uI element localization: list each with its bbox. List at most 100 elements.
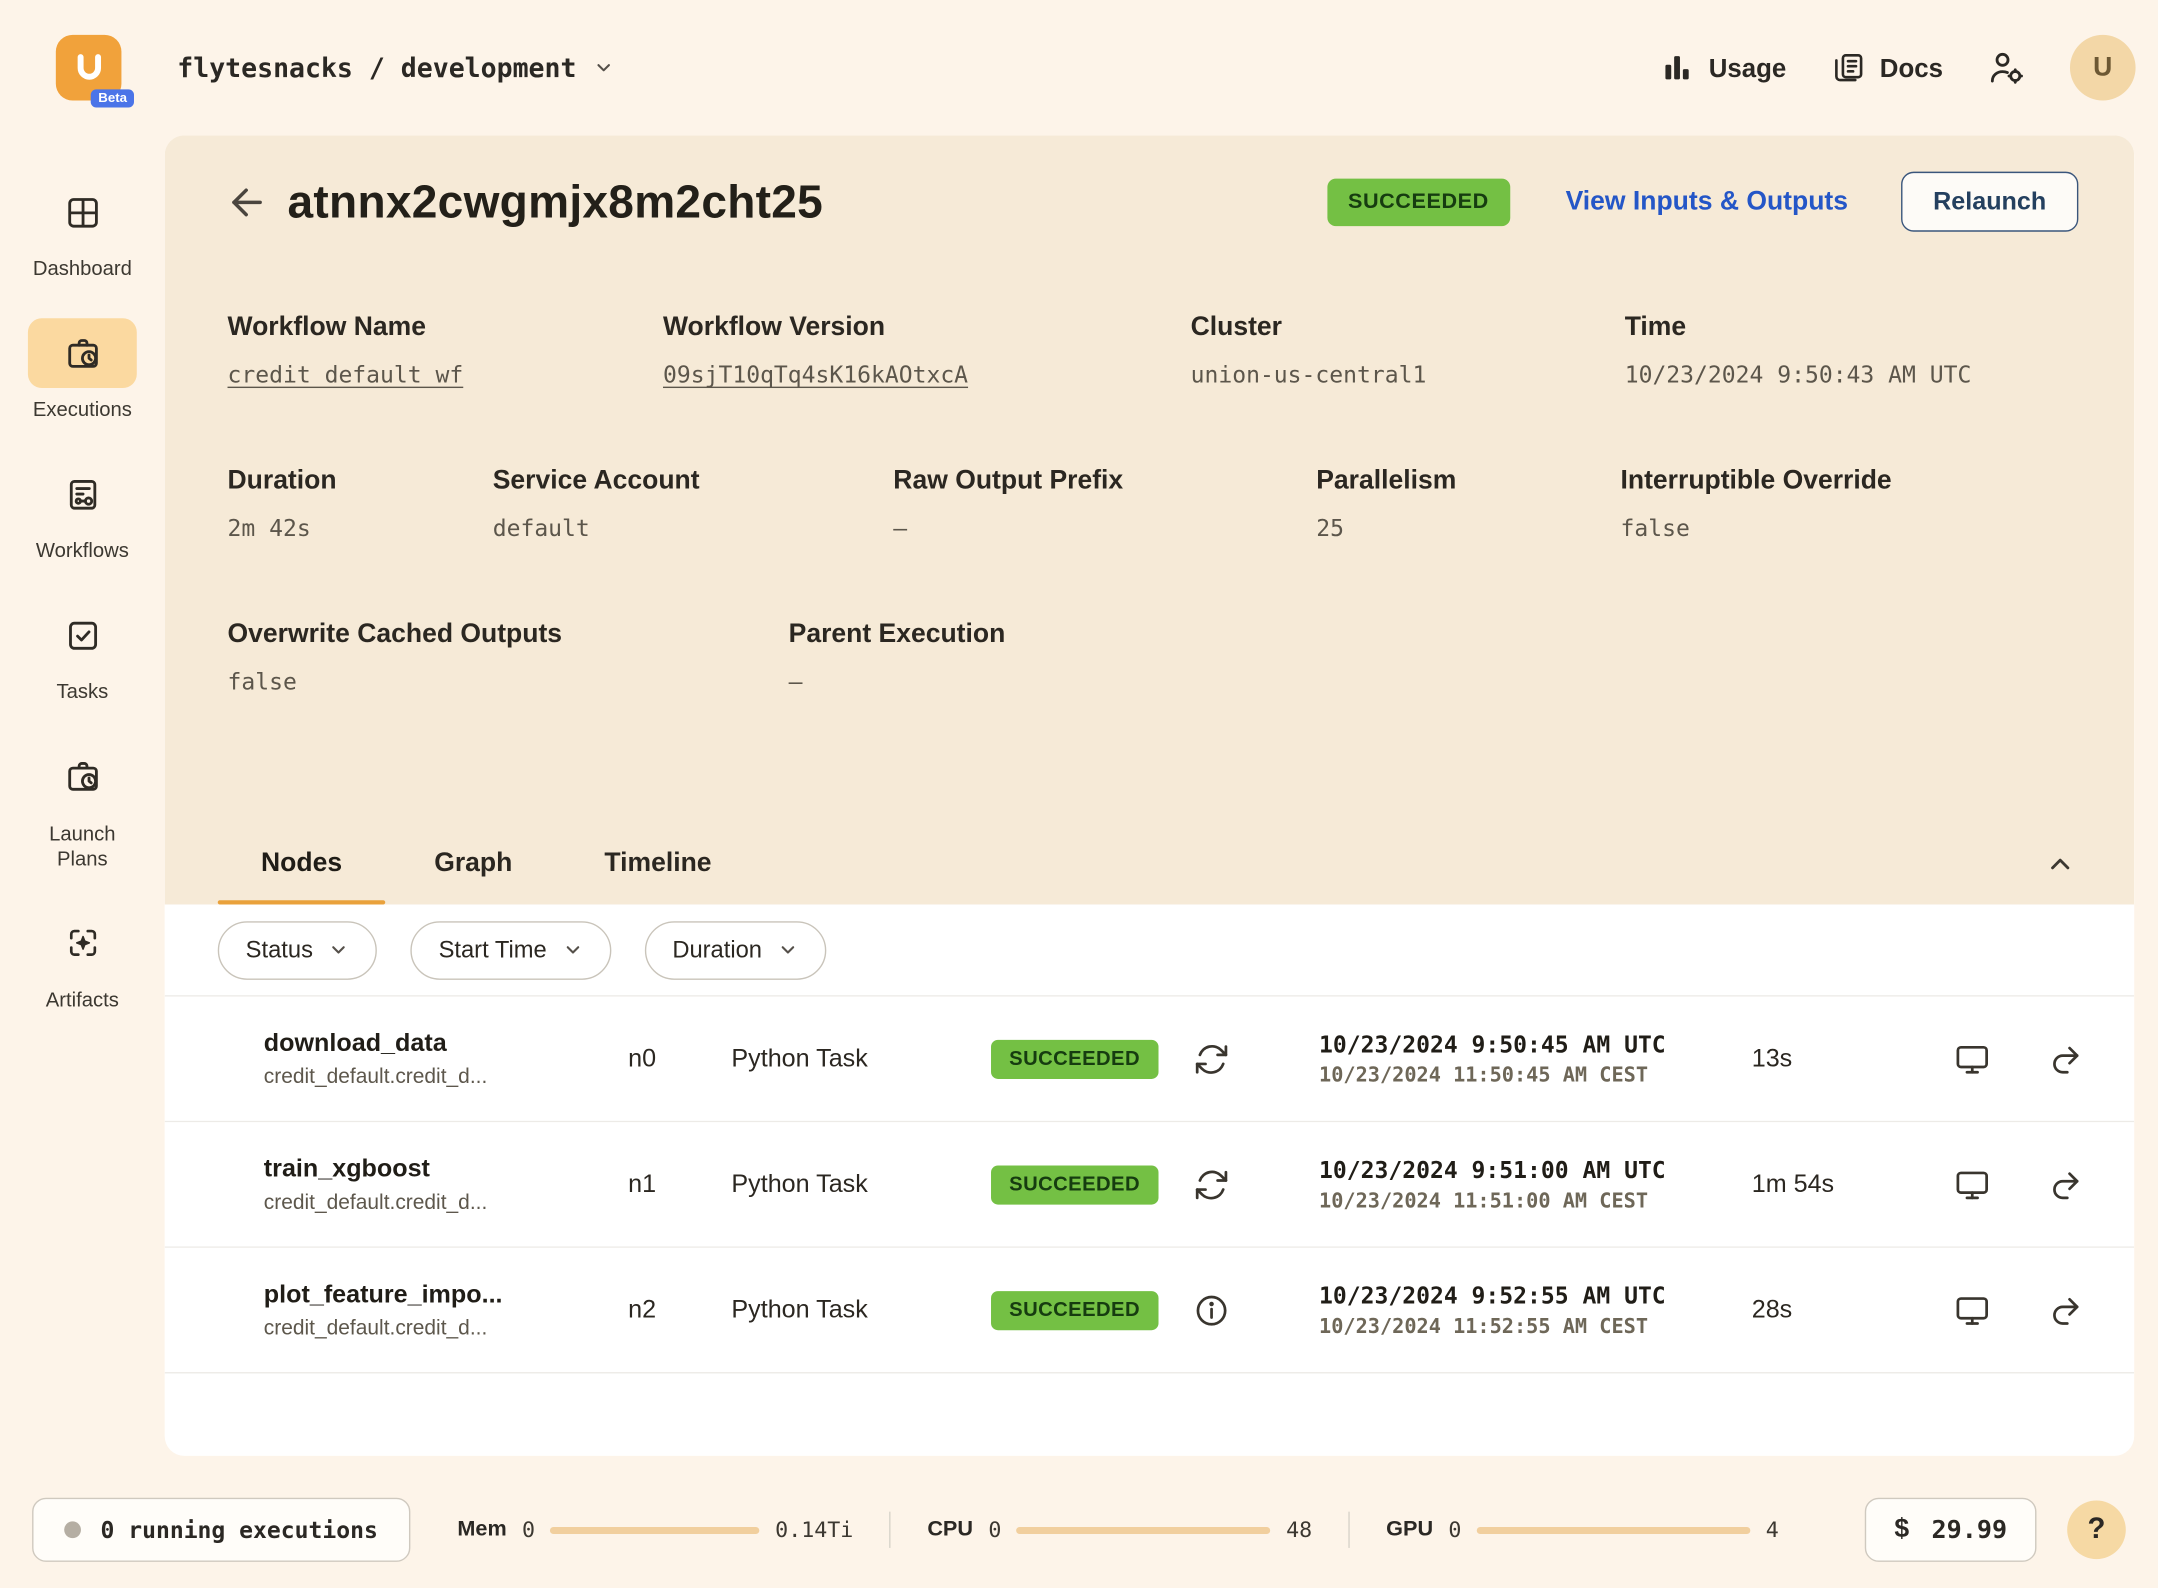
detail-label: Workflow Name xyxy=(228,313,663,344)
redo-icon[interactable] xyxy=(2048,1166,2084,1202)
detail-label: Service Account xyxy=(493,466,894,497)
node-path: credit_default.credit_d... xyxy=(264,1065,628,1089)
details-row: Duration 2m 42s Service Account default … xyxy=(228,466,2079,541)
executions-icon xyxy=(28,318,137,388)
detail-workflow-version: Workflow Version 09sjT10qTq4sK16kAOtxcA xyxy=(663,313,1191,388)
node-time-utc: 10/23/2024 9:50:45 AM UTC xyxy=(1319,1031,1752,1058)
help-button[interactable]: ? xyxy=(2067,1500,2126,1559)
workflow-name-link[interactable]: credit_default_wf xyxy=(228,362,663,389)
dashboard-icon xyxy=(28,177,137,247)
sidebar-item-workflows[interactable]: Workflows xyxy=(28,460,137,565)
filter-label: Duration xyxy=(672,936,762,964)
chevron-up-icon[interactable] xyxy=(2045,849,2076,880)
mem-min: 0 xyxy=(522,1517,535,1542)
node-name[interactable]: plot_feature_impo... xyxy=(264,1280,628,1309)
detail-workflow-name: Workflow Name credit_default_wf xyxy=(228,313,663,388)
details-row: Workflow Name credit_default_wf Workflow… xyxy=(228,313,2079,388)
detail-raw-output-prefix: Raw Output Prefix – xyxy=(893,466,1316,541)
statusbar: 0 running executions Mem 0 0.14Ti CPU 0 … xyxy=(32,1496,2126,1563)
project-breadcrumb[interactable]: flytesnacks / development xyxy=(177,52,614,83)
detail-value: default xyxy=(493,515,894,542)
node-name[interactable]: train_xgboost xyxy=(264,1154,628,1183)
node-path: credit_default.credit_d... xyxy=(264,1191,628,1215)
sidebar-item-launch-plans[interactable]: Launch Plans xyxy=(25,742,139,872)
details-row: Overwrite Cached Outputs false Parent Ex… xyxy=(228,620,2079,695)
detail-interruptible-override: Interruptible Override false xyxy=(1621,466,1892,541)
tab-timeline[interactable]: Timeline xyxy=(561,824,755,905)
redo-icon[interactable] xyxy=(2048,1041,2084,1077)
info-icon xyxy=(1193,1292,1229,1328)
usage-button[interactable]: Usage xyxy=(1660,50,1786,85)
cost-value: 29.99 xyxy=(1932,1515,2008,1544)
table-row[interactable]: plot_feature_impo... credit_default.cred… xyxy=(165,1248,2134,1374)
divider xyxy=(890,1512,891,1548)
tab-nodes[interactable]: Nodes xyxy=(218,824,386,905)
monitor-icon[interactable] xyxy=(1954,1041,1990,1077)
user-gear-icon xyxy=(1988,49,2026,87)
cache-refresh-icon xyxy=(1193,1166,1229,1202)
mem-max: 0.14Ti xyxy=(775,1517,853,1542)
sidebar-item-dashboard[interactable]: Dashboard xyxy=(28,177,137,282)
node-filters: Status Start Time Duration xyxy=(165,904,2134,996)
execution-detail-card: atnnx2cwgmjx8m2cht25 SUCCEEDED View Inpu… xyxy=(165,135,2134,1455)
node-time-local: 10/23/2024 11:51:00 AM CEST xyxy=(1319,1190,1752,1212)
node-id: n2 xyxy=(628,1295,731,1324)
redo-icon[interactable] xyxy=(2048,1292,2084,1328)
node-name-cell[interactable]: train_xgboost credit_default.credit_d... xyxy=(264,1154,628,1214)
detail-value: 25 xyxy=(1316,515,1620,542)
status-badge: SUCCEEDED xyxy=(991,1165,1158,1204)
detail-value: – xyxy=(893,515,1316,542)
sidebar-item-executions[interactable]: Executions xyxy=(28,318,137,423)
filter-duration[interactable]: Duration xyxy=(644,921,826,980)
filter-status[interactable]: Status xyxy=(218,921,377,980)
table-row[interactable]: train_xgboost credit_default.credit_d...… xyxy=(165,1122,2134,1248)
sidebar-item-tasks[interactable]: Tasks xyxy=(28,601,137,706)
workflow-version-link[interactable]: 09sjT10qTq4sK16kAOtxcA xyxy=(663,362,1191,389)
topbar: Beta flytesnacks / development Usage Doc… xyxy=(0,0,2158,135)
node-duration: 1m 54s xyxy=(1752,1170,1954,1199)
node-time-local: 10/23/2024 11:50:45 AM CEST xyxy=(1319,1064,1752,1086)
chevron-down-icon xyxy=(593,57,614,78)
node-name[interactable]: download_data xyxy=(264,1029,628,1058)
status-badge: SUCCEEDED xyxy=(991,1290,1158,1329)
cost-button[interactable]: $ 29.99 xyxy=(1865,1498,2036,1562)
detail-label: Overwrite Cached Outputs xyxy=(228,620,789,651)
topbar-actions: Usage Docs U xyxy=(1660,35,2136,101)
mem-meter: Mem 0 0.14Ti xyxy=(457,1517,853,1542)
union-logo-icon xyxy=(68,47,110,89)
mem-label: Mem xyxy=(457,1517,506,1542)
node-time-local: 10/23/2024 11:52:55 AM CEST xyxy=(1319,1316,1752,1338)
running-executions-pill[interactable]: 0 running executions xyxy=(32,1498,410,1562)
cpu-label: CPU xyxy=(927,1517,973,1542)
node-name-cell[interactable]: download_data credit_default.credit_d... xyxy=(264,1029,628,1089)
docs-button[interactable]: Docs xyxy=(1831,50,1943,85)
monitor-icon[interactable] xyxy=(1954,1292,1990,1328)
relaunch-button[interactable]: Relaunch xyxy=(1901,172,2078,232)
detail-label: Raw Output Prefix xyxy=(893,466,1316,497)
docs-label: Docs xyxy=(1880,52,1943,83)
sidebar-item-artifacts[interactable]: Artifacts xyxy=(28,908,137,1013)
node-type: Python Task xyxy=(731,1295,991,1324)
node-name-cell[interactable]: plot_feature_impo... credit_default.cred… xyxy=(264,1280,628,1340)
avatar-initial: U xyxy=(2093,52,2112,83)
back-arrow-icon[interactable] xyxy=(226,181,268,223)
nodes-panel: Status Start Time Duration download_data… xyxy=(165,904,2134,1373)
sidebar-label: Launch Plans xyxy=(25,821,139,872)
tab-bar: Nodes Graph Timeline xyxy=(165,824,2134,905)
monitor-icon[interactable] xyxy=(1954,1166,1990,1202)
mem-track xyxy=(550,1526,759,1533)
node-path: credit_default.credit_d... xyxy=(264,1316,628,1340)
union-logo[interactable]: Beta xyxy=(56,35,122,101)
avatar[interactable]: U xyxy=(2070,35,2136,101)
filter-start-time[interactable]: Start Time xyxy=(411,921,611,980)
user-settings-button[interactable] xyxy=(1988,49,2026,87)
chevron-down-icon xyxy=(328,939,349,960)
view-inputs-outputs-link[interactable]: View Inputs & Outputs xyxy=(1566,186,1848,217)
detail-duration: Duration 2m 42s xyxy=(228,466,493,541)
table-row[interactable]: download_data credit_default.credit_d...… xyxy=(165,997,2134,1123)
bar-chart-icon xyxy=(1660,50,1695,85)
gpu-max: 4 xyxy=(1766,1517,1779,1542)
gpu-meter: GPU 0 4 xyxy=(1386,1517,1779,1542)
tab-graph[interactable]: Graph xyxy=(391,824,556,905)
detail-label: Duration xyxy=(228,466,493,497)
